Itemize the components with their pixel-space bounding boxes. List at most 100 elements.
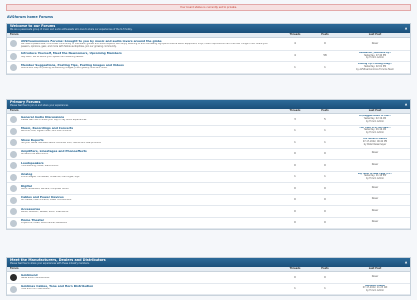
forum-thread-count: 4 [294, 54, 296, 58]
notice-text: Your board status is currently set to pr… [179, 6, 237, 9]
forum-status-icon [10, 116, 17, 123]
forum-description: DACs, Streamers, Servers, Computer Audio… [21, 187, 69, 190]
forum-description: Projectors, Video, Multichannel, Receive… [21, 222, 68, 225]
forum-row: Accessories Racks, Isolation, Tweaks, Ro… [7, 206, 410, 218]
last-post-meta: by Forum Admin [366, 56, 384, 60]
forum-last-post: Never [340, 149, 410, 160]
forum-row: AVSfreamonmore Forums: brought to you by… [7, 38, 410, 51]
forum-description: Please feel free to share your day to da… [21, 118, 87, 121]
forum-last-post: Never [340, 218, 410, 229]
collapse-icon[interactable]: ▲ [404, 26, 408, 30]
col-threads: Threads [289, 267, 301, 270]
forum-last-post: Never [340, 183, 410, 194]
collapse-icon[interactable]: ▲ [404, 260, 408, 264]
forum-status-icon [10, 274, 17, 281]
forum-description: AC Cables, Interconnects, Power Conditio… [21, 199, 72, 202]
forum-last-post: Goldmax Cables 07-17-2022, 11:23 AM by For… [340, 284, 410, 295]
forum-description: Records, CDs, digital music, and live co… [21, 130, 72, 133]
forum-description: Say hello! Tell us about your system and… [21, 55, 84, 58]
forum-post-count: 5 [324, 117, 326, 121]
last-post-meta: by Forum Admin [366, 289, 384, 293]
forum-status-icon [10, 52, 17, 60]
forum-row: Goldmax Cables, Tone and Horn Distributi… [7, 284, 410, 295]
col-posts: Posts [321, 33, 329, 36]
forum-last-post: The Truth is in the Musi... Yesterday, 06… [340, 126, 410, 137]
forum-thread-count: 3 [294, 117, 296, 121]
last-post-never: Never [371, 151, 379, 155]
category-header[interactable]: Welcome to our Forums We are a passionat… [7, 24, 410, 33]
forum-status-icon [10, 185, 17, 192]
breadcrumb[interactable]: AVSforum home Forums [7, 15, 53, 19]
category-header[interactable]: Meet the Manufacturers, Dealers and Dist… [7, 258, 410, 267]
forum-last-post: Never [340, 160, 410, 171]
forum-description: We have a passionate, committed communit… [21, 42, 268, 48]
category-welcome: Welcome to our Forums We are a passionat… [6, 23, 411, 75]
forum-post-count: 0 [324, 198, 326, 202]
last-post-meta: by Forum Admin [366, 119, 384, 123]
last-post-meta: by Forum Admin [366, 177, 384, 181]
forum-row: Loudspeakers Floorstanding, Panel, Stand… [7, 160, 410, 172]
col-posts: Posts [321, 267, 329, 270]
forum-status-icon [10, 285, 17, 293]
forum-row: Goldmund Swiss audio manufacturer. 0 0 N… [7, 272, 410, 284]
category-description: Please feel free to share your experienc… [10, 261, 90, 265]
forum-post-count: 0 [324, 275, 326, 279]
col-threads: Threads [289, 109, 301, 112]
forum-row: Digital DACs, Streamers, Servers, Comput… [7, 183, 410, 195]
category-description: Please feel free to join in and share yo… [10, 103, 69, 107]
collapse-icon[interactable]: ▲ [404, 102, 408, 106]
last-post-never: Never [371, 185, 379, 189]
last-post-meta: by Peter Reissmeyer [363, 142, 387, 146]
forum-post-count: 1 [324, 129, 326, 133]
forum-description: Tone and Horn distribution. [21, 288, 51, 291]
last-post-never: Never [371, 274, 379, 278]
forum-thread-count: 1 [294, 140, 296, 144]
forum-description: Swiss audio manufacturer. [21, 276, 50, 279]
forum-last-post: Never [340, 272, 410, 283]
forum-description: Racks, Isolation, Tweaks, Room Treatment… [21, 210, 69, 213]
last-post-never: Never [371, 197, 379, 201]
forum-post-count: 0 [324, 221, 326, 225]
forum-post-count: 0 [324, 152, 326, 156]
forum-row: Show Reports Tell your fellow members ab… [7, 137, 410, 149]
col-threads: Threads [289, 33, 301, 36]
last-post-never: Never [371, 41, 379, 45]
category-header[interactable]: Primary Forums Please feel free to join … [7, 100, 410, 109]
forum-thread-count: 0 [294, 163, 296, 167]
forum-status-icon [10, 127, 17, 135]
forum-row: Cables and Power Devices AC Cables, Inte… [7, 195, 410, 206]
forum-thread-count: 0 [294, 221, 296, 225]
forum-status-icon [10, 40, 17, 47]
forum-thread-count: 0 [294, 275, 296, 279]
col-posts: Posts [321, 109, 329, 112]
forum-description: Tell your fellow members about the show … [21, 141, 102, 144]
last-post-never: Never [371, 162, 379, 166]
category-manufacturers: Meet the Manufacturers, Dealers and Dist… [6, 257, 411, 296]
last-post-meta: by AVSfreamonmore Forums Team [356, 67, 394, 71]
forum-thread-count: 0 [294, 198, 296, 202]
forum-description: All about the electronics. [21, 153, 49, 156]
col-last-post: Last Post [368, 109, 382, 112]
last-post-never: Never [371, 208, 379, 212]
forum-thread-count: 0 [294, 152, 296, 156]
forum-row: Member Suggestions, Posting Tips, Postin… [7, 62, 410, 74]
col-forum: Forum [10, 33, 19, 36]
forum-thread-count: 0 [294, 209, 296, 213]
forum-description: Floorstanding, Panel, Standmount. [21, 164, 59, 167]
forum-thread-count: 1 [294, 129, 296, 133]
col-forum: Forum [10, 109, 19, 112]
forum-row: General Audio Discussions Please feel fr… [7, 114, 410, 126]
forum-description: Phono stages, Turntables, Tonearms, Cart… [21, 176, 80, 179]
forum-post-count: 0 [324, 209, 326, 213]
forum-post-count: 0 [324, 163, 326, 167]
forum-post-count: 0 [324, 42, 326, 46]
forum-last-post: Say Hello to New Page (Fo... Yesterday, 0… [340, 172, 410, 183]
last-post-never: Never [371, 220, 379, 224]
forum-status-icon [10, 64, 17, 72]
forum-row: Amplifiers, Linestages and Phonoeffects … [7, 149, 410, 160]
forum-thread-count: 4 [294, 42, 296, 46]
forum-thread-count: 1 [294, 65, 296, 69]
col-last-post: Last Post [368, 33, 382, 36]
forum-status-icon [10, 162, 17, 169]
forum-post-count: 0 [324, 186, 326, 190]
